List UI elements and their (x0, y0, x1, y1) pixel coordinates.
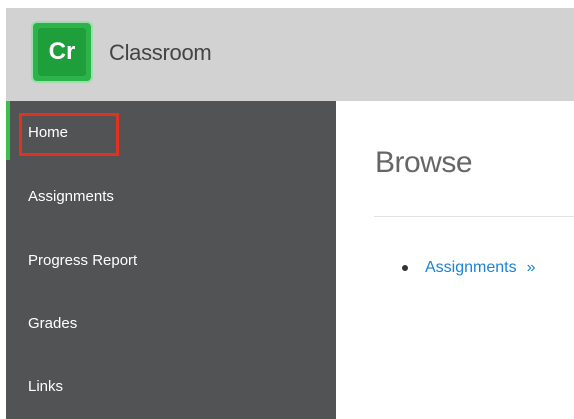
sidebar-item-grades[interactable]: Grades (6, 292, 336, 354)
sidebar-item-progress-report[interactable]: Progress Report (6, 229, 336, 291)
classroom-logo[interactable]: Cr (31, 21, 93, 83)
sidebar-item-label: Grades (28, 314, 78, 332)
app-window: Cr Classroom Home Assignments Progress R… (0, 0, 574, 419)
sidebar-item-label: Progress Report (28, 251, 138, 269)
browse-list-item: Assignments » (402, 259, 536, 277)
bullet-icon (402, 265, 408, 271)
logo-mark: Cr (38, 28, 86, 76)
sidebar-item-label: Assignments (28, 187, 114, 205)
sidebar-item-assignments[interactable]: Assignments (6, 165, 336, 227)
sidebar-item-home[interactable]: Home (6, 101, 336, 163)
double-chevron-right-icon[interactable]: » (527, 259, 536, 277)
sidebar-item-label: Links (28, 377, 64, 395)
title-divider (374, 216, 574, 217)
app-header: Cr Classroom (6, 8, 574, 101)
sidebar-item-label: Home (28, 123, 69, 141)
page-title: Browse (375, 146, 473, 179)
assignments-link[interactable]: Assignments (425, 259, 517, 277)
app-title: Classroom (109, 40, 212, 65)
sidebar-item-links[interactable]: Links (6, 355, 336, 417)
sidebar-nav: Home Assignments Progress Report Grades … (6, 101, 336, 419)
main-content: Browse Assignments » (336, 101, 574, 419)
